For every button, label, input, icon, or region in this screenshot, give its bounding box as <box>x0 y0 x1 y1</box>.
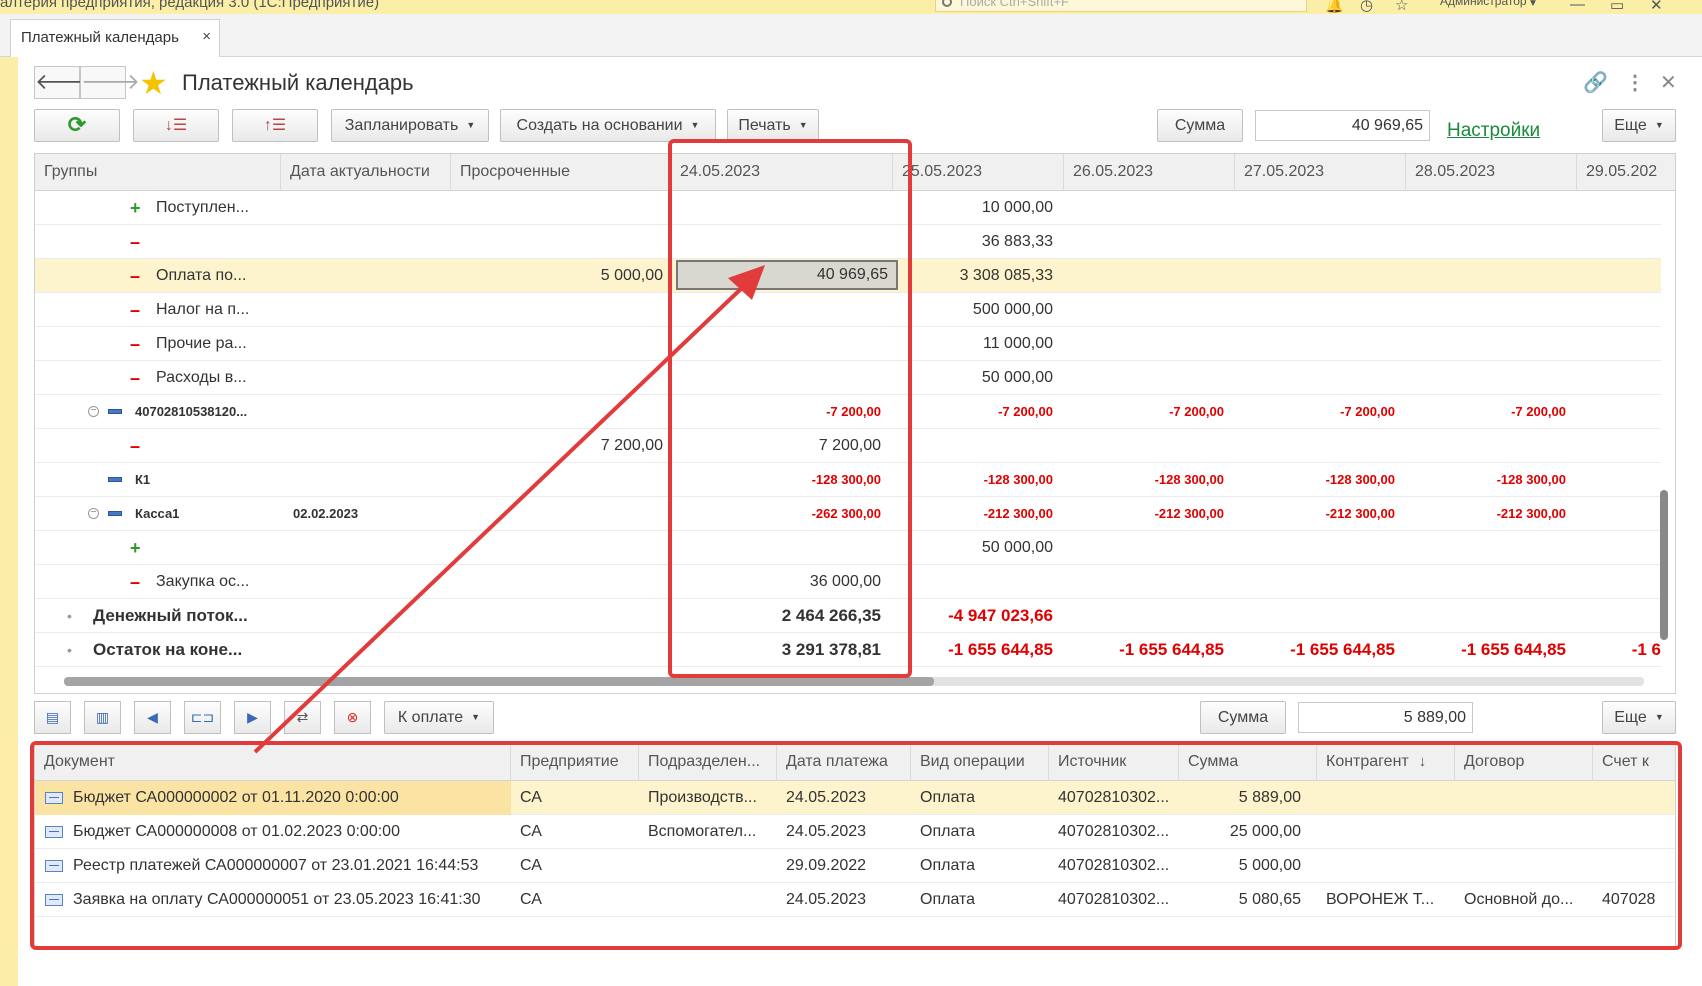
arrow-shaft <box>253 283 747 754</box>
annotation-arrow <box>253 265 765 754</box>
